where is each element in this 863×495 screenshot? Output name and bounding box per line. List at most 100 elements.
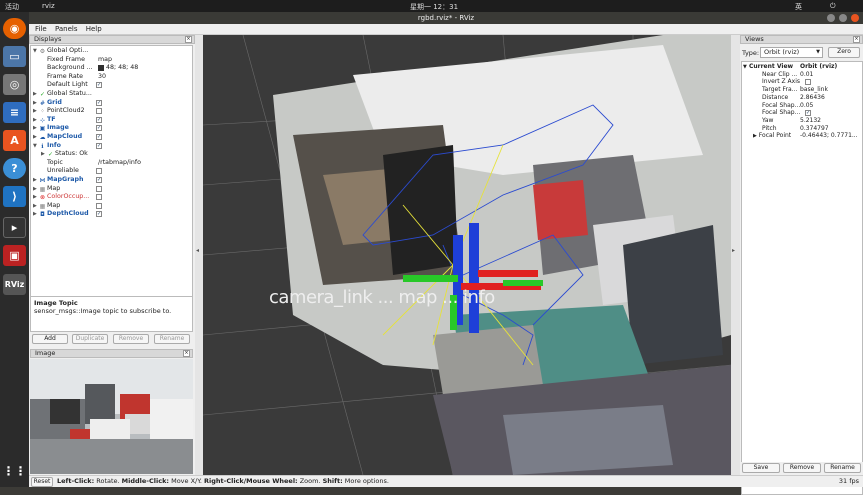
tree-row-global-options[interactable]: ▼ ⚙ Global Opti...: [33, 47, 192, 56]
views-tree[interactable]: ▼ Current View Orbit (rviz) Near Clip ...…: [741, 61, 863, 495]
tree-row-grid[interactable]: ▶ # Grid ✓: [33, 99, 192, 108]
render-viewport[interactable]: camera_link ... map ... info: [203, 35, 731, 475]
checkbox[interactable]: ✓: [96, 125, 102, 132]
checkbox[interactable]: ✓: [96, 116, 102, 123]
view-row[interactable]: Pitch 0.374797: [743, 125, 862, 133]
tree-row-default-light[interactable]: Default Light ✓: [33, 81, 192, 90]
firefox-icon[interactable]: ◉: [3, 18, 26, 39]
tree-row-fixed-frame[interactable]: Fixed Frame map: [33, 56, 192, 65]
view-row[interactable]: Distance 2.86436: [743, 94, 862, 102]
views-panel-title: Views ×: [740, 35, 863, 44]
system-menu-icon[interactable]: ⏻: [830, 2, 836, 11]
help-title: Image Topic: [34, 299, 78, 307]
checkbox[interactable]: [805, 79, 811, 86]
checkbox[interactable]: [96, 185, 102, 192]
terminal-icon[interactable]: ▸: [3, 217, 26, 238]
input-method[interactable]: 英: [795, 2, 802, 12]
duplicate-button[interactable]: Duplicate: [72, 334, 108, 344]
checkbox[interactable]: [96, 168, 102, 175]
tree-row-tf[interactable]: ▶ ⊹ TF ✓: [33, 116, 192, 125]
rename-button[interactable]: Rename: [154, 334, 190, 344]
view-row-current[interactable]: ▼ Current View Orbit (rviz): [743, 63, 862, 71]
view-type-select[interactable]: Orbit (rviz) ▼: [760, 47, 823, 58]
writer-icon[interactable]: ≡: [3, 102, 26, 123]
maximize-icon[interactable]: [839, 14, 847, 22]
rhythmbox-icon[interactable]: ◎: [3, 74, 26, 95]
tree-value[interactable]: map: [98, 56, 112, 65]
view-row[interactable]: Near Clip ... 0.01: [743, 71, 862, 79]
remove-button[interactable]: Remove: [113, 334, 149, 344]
menu-panels[interactable]: Panels: [55, 24, 78, 35]
minimize-icon[interactable]: [827, 14, 835, 22]
help-icon[interactable]: ?: [3, 158, 26, 179]
tree-row-map-2[interactable]: ▶ ▦ Map: [33, 202, 192, 211]
view-row[interactable]: Invert Z Axis: [743, 78, 862, 86]
zero-button[interactable]: Zero: [828, 47, 860, 58]
tree-row-info[interactable]: ▼ ℹ Info ✓: [33, 142, 192, 151]
tree-row-status-ok[interactable]: ▶ ✓ Status: Ok: [33, 150, 192, 159]
tree-row-mapgraph[interactable]: ▶ ⋈ MapGraph ✓: [33, 176, 192, 185]
software-icon[interactable]: A: [3, 130, 26, 151]
view-row[interactable]: Focal Shap... 0.05: [743, 102, 862, 110]
checkbox[interactable]: ✓: [96, 99, 102, 106]
tree-row-depthcloud[interactable]: ▶ ◘ DepthCloud ✓: [33, 210, 192, 219]
close-panel-icon[interactable]: ×: [183, 350, 190, 357]
image-viewer-icon[interactable]: ▣: [3, 245, 26, 266]
tree-row-topic[interactable]: Topic/rtabmap/info: [33, 159, 192, 168]
tree-row-background[interactable]: Background ... 48; 48; 48: [33, 64, 192, 73]
reset-button[interactable]: Reset: [31, 477, 53, 487]
checkbox[interactable]: ✓: [805, 110, 811, 117]
view-row[interactable]: Target Fra... base_link: [743, 86, 862, 94]
tree-row-mapcloud[interactable]: ▶ ☁ MapCloud ✓: [33, 133, 192, 142]
checkbox[interactable]: ✓: [96, 211, 102, 218]
checkbox[interactable]: [96, 202, 102, 209]
close-panel-icon[interactable]: ×: [185, 36, 192, 43]
view-value[interactable]: 0.01: [800, 71, 813, 79]
vscode-icon[interactable]: ⟩: [3, 186, 26, 207]
show-apps-icon[interactable]: ⋮⋮: [3, 460, 27, 481]
tree-row-unreliable[interactable]: Unreliable: [33, 167, 192, 176]
displays-tree[interactable]: ▼ ⚙ Global Opti... Fixed Frame map Backgrou…: [30, 45, 193, 298]
tree-row-global-status[interactable]: ▶ ✓ Global Statu...: [33, 90, 192, 99]
tree-value[interactable]: 30: [98, 73, 106, 82]
activities-button[interactable]: 活动: [5, 2, 19, 12]
tree-row-image[interactable]: ▶ ▣ Image ✓: [33, 124, 192, 133]
view-value[interactable]: Orbit (rviz): [800, 63, 837, 71]
files-icon[interactable]: ▭: [3, 46, 26, 67]
view-value[interactable]: 0.05: [800, 102, 813, 110]
checkbox[interactable]: [96, 194, 102, 201]
app-menu[interactable]: rviz: [42, 2, 55, 10]
remove-view-button[interactable]: Remove: [783, 463, 821, 473]
rviz-icon[interactable]: RViz: [3, 274, 26, 295]
color-swatch[interactable]: [98, 65, 104, 72]
tree-value[interactable]: 48; 48; 48: [106, 64, 138, 73]
save-view-button[interactable]: Save: [742, 463, 780, 473]
checkbox[interactable]: ✓: [96, 134, 102, 140]
checkbox[interactable]: ✓: [96, 142, 102, 149]
view-row[interactable]: Focal Shap... ✓: [743, 109, 862, 117]
tree-row-color-occupancy[interactable]: ▶ ⊗ ColorOccup...: [33, 193, 192, 202]
tree-row-pointcloud2[interactable]: ▶ ⁘ PointCloud2: [33, 107, 192, 116]
view-value[interactable]: 2.86436: [800, 94, 825, 102]
rename-view-button[interactable]: Rename: [824, 463, 861, 473]
menu-file[interactable]: File: [35, 24, 47, 35]
tree-row-frame-rate[interactable]: Frame Rate 30: [33, 73, 192, 82]
checkbox[interactable]: ✓: [96, 177, 102, 183]
view-value[interactable]: base_link: [800, 86, 828, 94]
add-button[interactable]: Add: [32, 334, 68, 344]
clock[interactable]: 星期一 12：31: [410, 2, 458, 12]
view-row[interactable]: Yaw 5.2132: [743, 117, 862, 125]
view-value[interactable]: -0.46443; 0.7771...: [800, 132, 858, 140]
menu-help[interactable]: Help: [86, 24, 102, 35]
view-row[interactable]: ▶ Focal Point -0.46443; 0.7771...: [743, 132, 862, 140]
checkbox[interactable]: [96, 108, 102, 115]
close-panel-icon[interactable]: ×: [853, 36, 860, 43]
close-icon[interactable]: [851, 14, 859, 22]
checkbox[interactable]: ✓: [96, 82, 102, 89]
tree-row-map[interactable]: ▶ ▦ Map: [33, 185, 192, 194]
tree-value[interactable]: /rtabmap/info: [98, 159, 141, 168]
view-value[interactable]: 5.2132: [800, 117, 821, 125]
right-splitter[interactable]: ▸: [731, 35, 740, 475]
left-splitter[interactable]: ◂: [195, 35, 203, 475]
view-value[interactable]: 0.374797: [800, 125, 829, 133]
